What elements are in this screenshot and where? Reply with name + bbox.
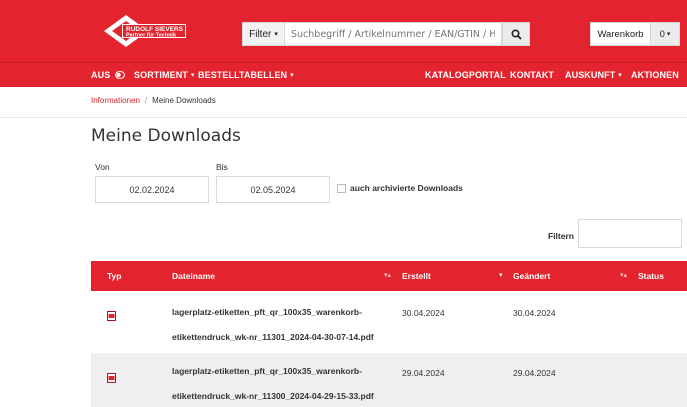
filter-dropdown-label: Filter (249, 28, 272, 40)
breadcrumb-separator: / (144, 96, 148, 105)
nav-bestelltabellen[interactable]: BESTELLTABELLEN ▾ (198, 63, 294, 88)
nav-aus-label: AUS (91, 70, 111, 80)
nav-bestelltabellen-label: BESTELLTABELLEN (198, 70, 288, 80)
archive-label: auch archivierte Downloads (350, 183, 463, 193)
to-date-input[interactable] (216, 176, 330, 203)
table-row[interactable]: lagerplatz-etiketten_pft_qr_100x35_waren… (91, 353, 687, 407)
cart-count-dropdown[interactable]: 0 ▾ (650, 22, 680, 46)
nav-aus[interactable]: AUS (91, 63, 125, 88)
column-header-status[interactable]: Status (638, 261, 664, 291)
column-header-erstellt[interactable]: Erstellt (402, 261, 431, 291)
table-row[interactable]: lagerplatz-etiketten_pft_qr_100x35_waren… (91, 291, 687, 353)
file-name-line-2[interactable]: etikettendruck_wk-nr_11300_2024-04-29-15… (172, 384, 374, 407)
pdf-icon[interactable] (107, 308, 116, 321)
modified-date: 30.04.2024 (513, 308, 556, 318)
chevron-down-icon: ▾ (290, 72, 294, 79)
column-header-typ[interactable]: Typ (107, 261, 121, 291)
sort-icon[interactable]: ▾▴ (620, 261, 627, 291)
chevron-down-icon: ▾ (618, 72, 622, 79)
chevron-down-icon: ▾ (666, 31, 671, 38)
sort-icon[interactable]: ▾▴ (384, 261, 391, 291)
search-icon (510, 28, 522, 40)
search-filter-dropdown[interactable]: Filter ▾ (242, 22, 284, 46)
pdf-icon[interactable] (107, 370, 116, 383)
nav-aktionen[interactable]: AKTIONEN (631, 63, 679, 88)
chevron-down-icon: ▾ (274, 31, 278, 38)
file-name-line-1[interactable]: lagerplatz-etiketten_pft_qr_100x35_waren… (172, 359, 362, 384)
breadcrumb-link-informationen[interactable]: Informationen (91, 96, 140, 105)
search-input[interactable] (284, 22, 502, 46)
created-date: 30.04.2024 (402, 308, 445, 318)
page-title: Meine Downloads (91, 126, 241, 146)
logo-line-2: Partner für Technik (126, 33, 177, 39)
cart-count: 0 (659, 28, 665, 40)
table-header: Typ Dateiname ▾▴ Erstellt ▾ Geändert ▾▴ … (91, 261, 687, 291)
from-date-label: Von (95, 162, 110, 172)
breadcrumb: Informationen / Meine Downloads (91, 96, 216, 105)
nav-sortiment[interactable]: SORTIMENT ▾ (134, 63, 195, 88)
modified-date: 29.04.2024 (513, 368, 556, 378)
column-header-dateiname[interactable]: Dateiname (172, 261, 215, 291)
sort-desc-icon[interactable]: ▾ (499, 261, 503, 291)
archive-checkbox[interactable] (337, 183, 346, 193)
nav-katalogportal[interactable]: KATALOGPORTAL (425, 63, 506, 88)
file-name-line-2[interactable]: etikettendruck_wk-nr_11301_2024-04-30-07… (172, 325, 374, 350)
nav-sortiment-label: SORTIMENT (134, 70, 188, 80)
filter-label: Filtern (548, 231, 574, 241)
to-date-label: Bis (216, 162, 228, 172)
filter-input[interactable] (578, 219, 682, 248)
search-button[interactable] (502, 22, 530, 46)
cart-button[interactable]: Warenkorb (590, 22, 650, 46)
nav-auskunft[interactable]: AUSKUNFT ▾ (565, 63, 622, 88)
breadcrumb-current: Meine Downloads (152, 96, 216, 105)
main-nav: AUS SORTIMENT ▾ BESTELLTABELLEN ▾ KATALOGP… (0, 62, 687, 87)
chevron-down-icon: ▾ (190, 72, 195, 79)
archive-toggle[interactable]: auch archivierte Downloads (337, 183, 463, 193)
header-bar: RUDOLF SIEVERS Partner für Technik Filte… (0, 0, 687, 62)
company-logo[interactable]: RUDOLF SIEVERS Partner für Technik (102, 14, 196, 48)
created-date: 29.04.2024 (402, 368, 445, 378)
nav-kontakt[interactable]: KONTAKT (510, 63, 554, 88)
from-date-input[interactable] (95, 176, 209, 203)
nav-auskunft-label: AUSKUNFT (565, 70, 616, 80)
divider (0, 117, 687, 118)
file-name-line-1[interactable]: lagerplatz-etiketten_pft_qr_100x35_waren… (172, 300, 362, 325)
toggle-icon (115, 71, 125, 79)
column-header-geaendert[interactable]: Geändert (513, 261, 550, 291)
